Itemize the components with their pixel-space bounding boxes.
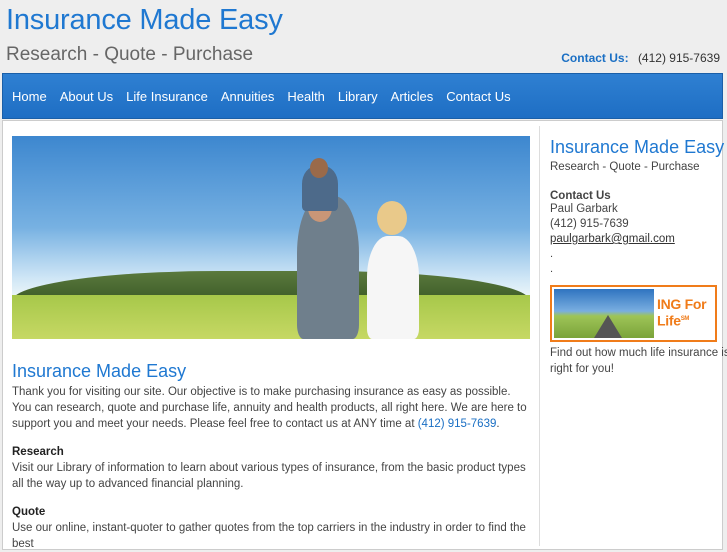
- main-heading: Insurance Made Easy: [12, 361, 187, 381]
- ing-banner-sm: SM: [680, 316, 690, 322]
- sidebar-contact-phone: (412) 915-7639: [550, 218, 629, 230]
- hero-mother-head: [377, 201, 407, 235]
- research-heading: Research: [12, 446, 64, 458]
- ing-banner-road: [594, 315, 622, 338]
- ing-banner-text-line2: LifeSM: [657, 312, 706, 329]
- quote-text: Use our online, instant-quoter to gather…: [12, 522, 526, 550]
- sidebar-title: Insurance Made Easy: [550, 137, 725, 157]
- main-intro: Thank you for visiting our site. Our obj…: [12, 384, 532, 432]
- research-text: Visit our Library of information to lear…: [12, 462, 526, 490]
- nav-articles[interactable]: Articles: [391, 89, 434, 104]
- nav-health[interactable]: Health: [287, 89, 325, 104]
- hero-mother: [367, 236, 419, 339]
- main-column: Insurance Made Easy Thank you for visiti…: [12, 136, 532, 552]
- main-nav: Home About Us Life Insurance Annuities H…: [2, 73, 723, 119]
- sidebar-promo-text: Find out how much life insurance is righ…: [550, 347, 727, 375]
- hero-family-image: [12, 136, 530, 339]
- header-contact-phone: (412) 915-7639: [637, 51, 720, 65]
- sidebar-subtitle: Research - Quote - Purchase: [550, 161, 700, 173]
- sidebar-dot-1: .: [550, 248, 554, 260]
- nav-about-us[interactable]: About Us: [60, 89, 113, 104]
- sidebar-contact-name: Paul Garbark: [550, 203, 618, 215]
- ing-banner-text: ING For LifeSM: [657, 296, 707, 329]
- ing-banner-text-line1: ING For: [657, 296, 707, 312]
- sidebar-email-link[interactable]: paulgarbark@gmail.com: [550, 233, 675, 245]
- sidebar: Insurance Made Easy Research - Quote - P…: [539, 126, 727, 546]
- nav-library[interactable]: Library: [338, 89, 378, 104]
- nav-home[interactable]: Home: [12, 89, 47, 104]
- nav-life-insurance[interactable]: Life Insurance: [126, 89, 208, 104]
- header-contact: Contact Us: (412) 915-7639: [561, 51, 720, 65]
- content-area: Insurance Made Easy Thank you for visiti…: [2, 120, 727, 552]
- main-intro-end: .: [496, 418, 500, 430]
- sidebar-dot-2: .: [550, 263, 554, 275]
- ing-banner-road-image: [554, 289, 654, 338]
- ing-banner-life: Life: [657, 312, 681, 329]
- site-tagline: Research - Quote - Purchase: [6, 44, 254, 65]
- sidebar-contact-heading: Contact Us: [550, 190, 611, 202]
- site-title: Insurance Made Easy: [6, 4, 283, 36]
- site-header: Insurance Made Easy Research - Quote - P…: [0, 0, 727, 72]
- hero-grass: [12, 295, 530, 339]
- quote-heading: Quote: [12, 506, 46, 518]
- nav-annuities[interactable]: Annuities: [221, 89, 274, 104]
- hero-child-head: [310, 158, 328, 178]
- main-intro-phone-link[interactable]: (412) 915-7639: [418, 418, 497, 430]
- header-contact-label: Contact Us:: [561, 51, 629, 65]
- ing-banner-link[interactable]: ING For LifeSM: [550, 285, 717, 342]
- nav-contact-us[interactable]: Contact Us: [446, 89, 510, 104]
